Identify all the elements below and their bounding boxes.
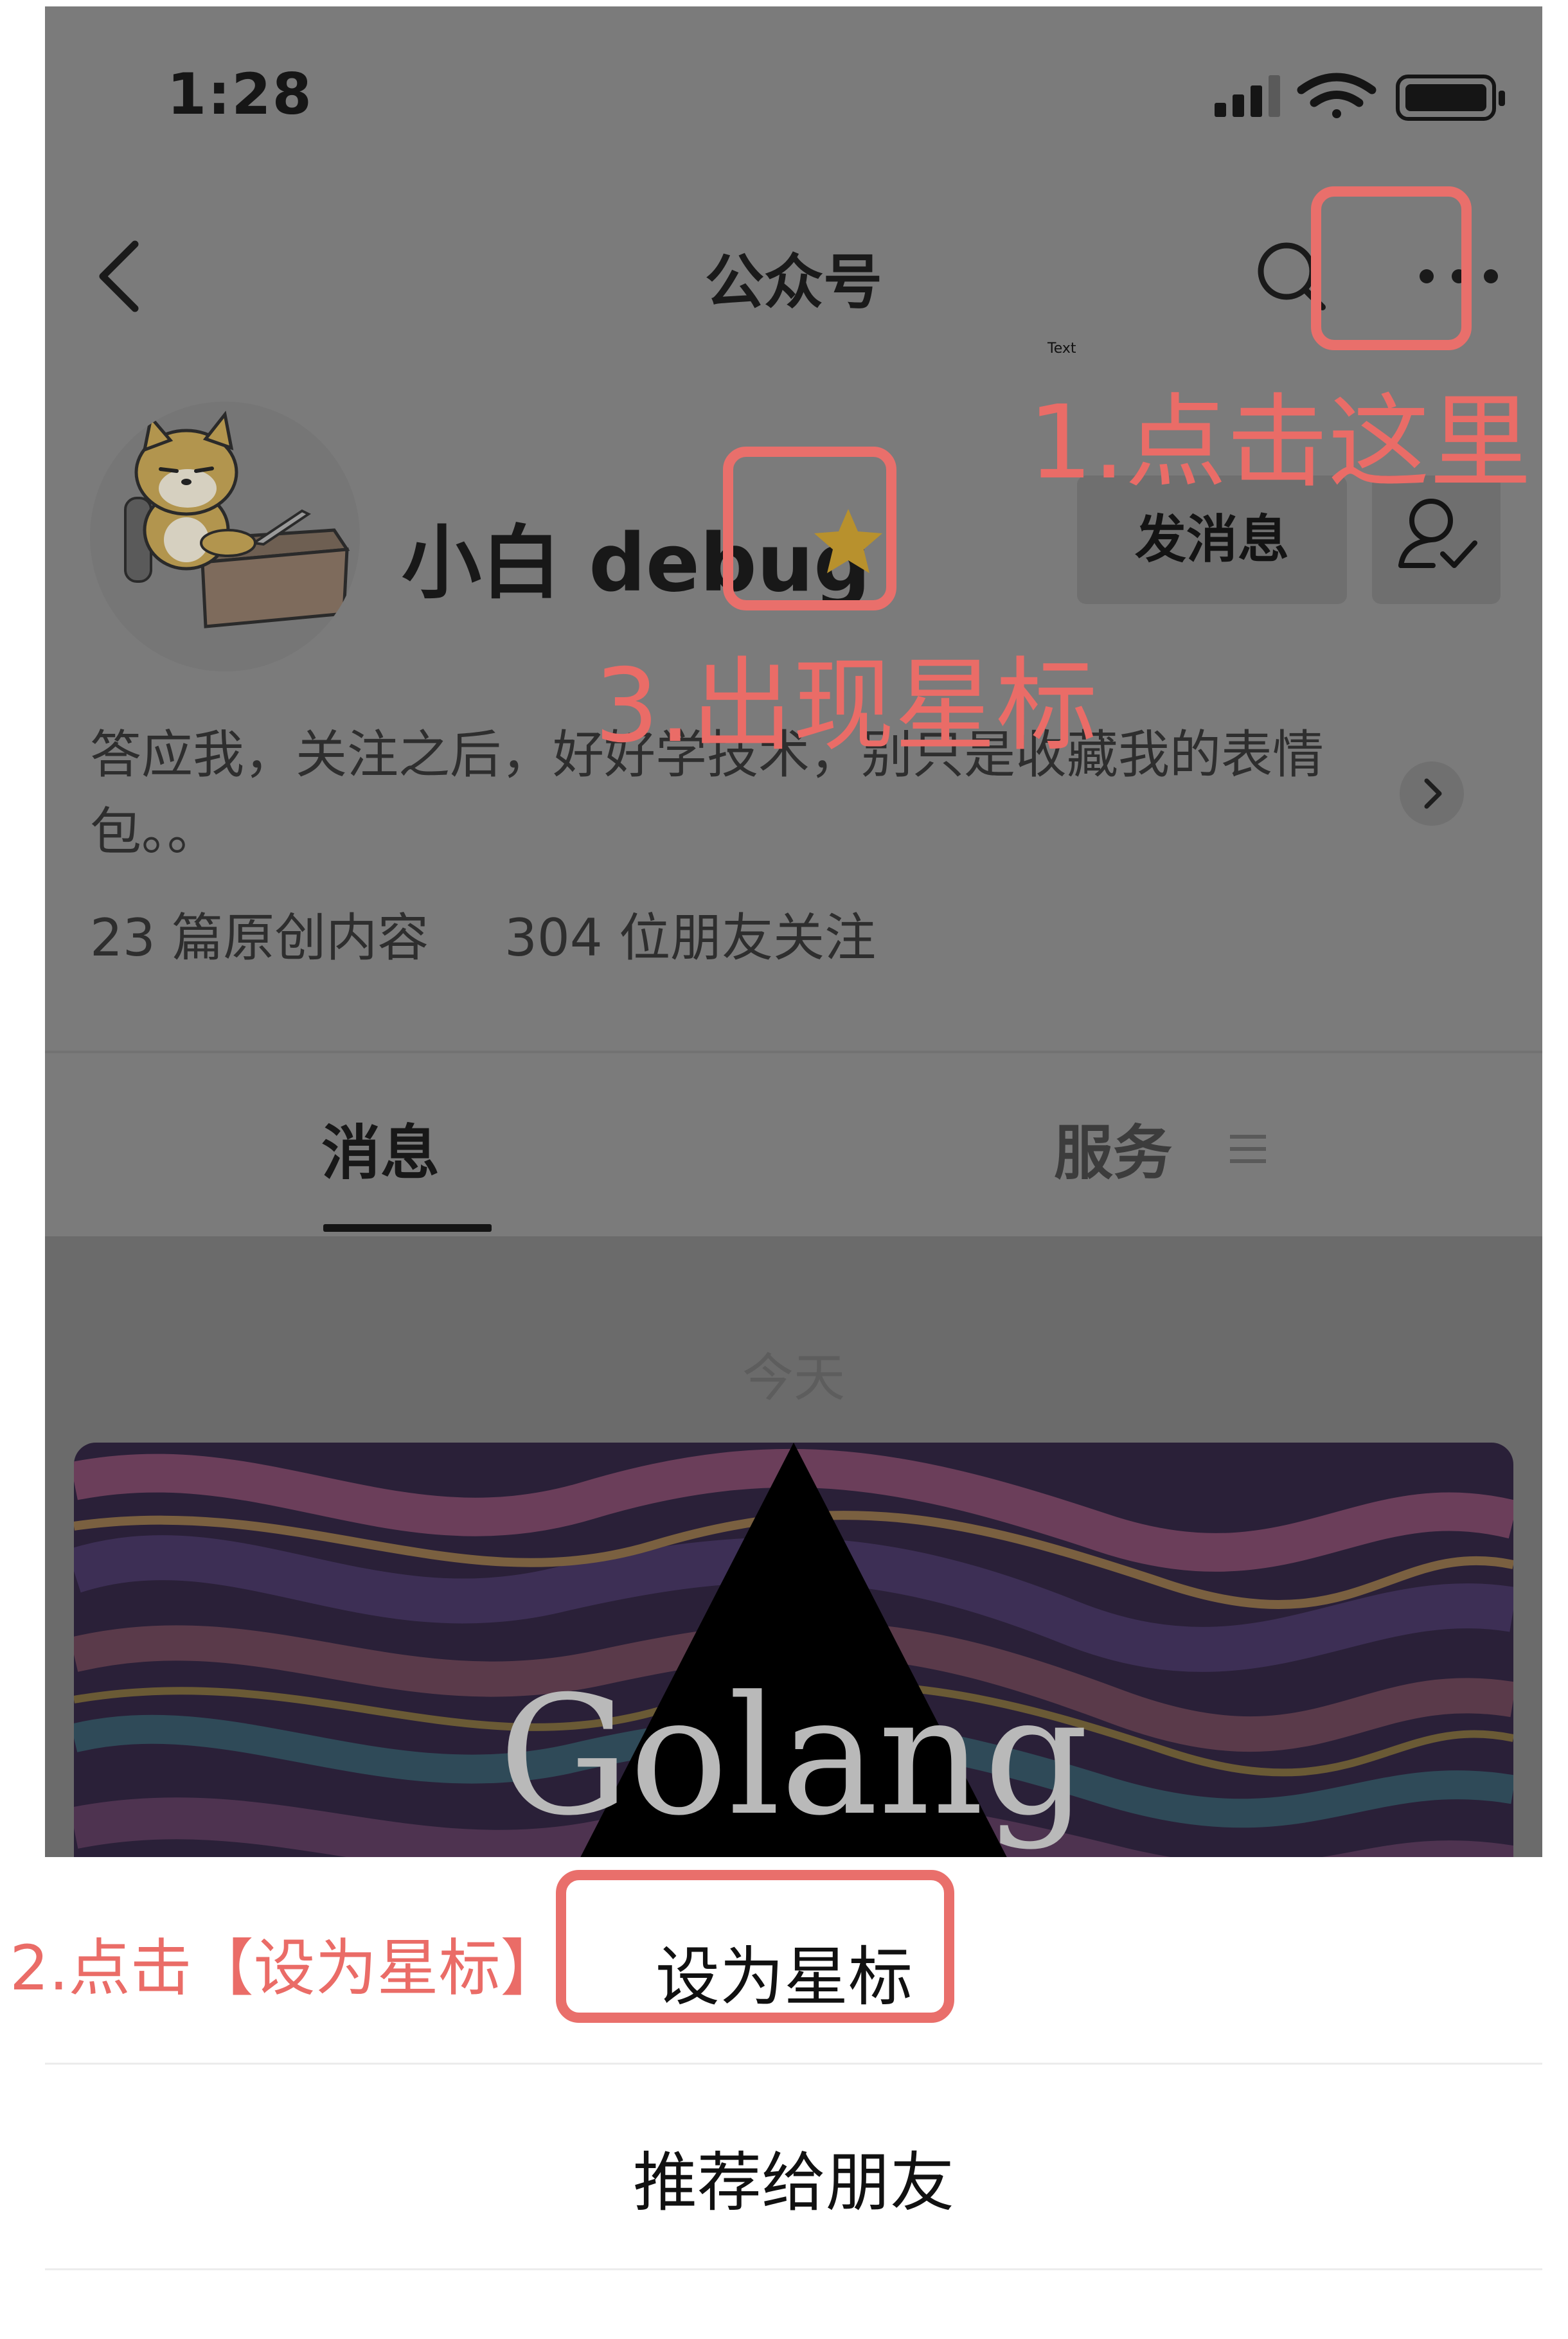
tab-messages[interactable]: 消息 <box>321 1105 440 1191</box>
tab-bar <box>45 1053 1542 1236</box>
avatar[interactable] <box>90 402 360 671</box>
annotation-step-3: 3.出现星标 <box>594 647 1098 765</box>
annotation-step-2: 2.点击【设为星标】 <box>10 1932 562 2004</box>
signal-icon <box>1215 75 1280 117</box>
status-time: 1:28 <box>167 61 313 127</box>
battery-icon <box>1396 75 1505 121</box>
wifi-icon <box>1297 73 1376 118</box>
original-articles-count: 23 篇原创内容 <box>90 908 429 968</box>
highlight-star <box>723 447 896 610</box>
annotation-placeholder: Text <box>1047 341 1076 357</box>
sheet-divider <box>45 2268 1542 2270</box>
annotation-step-1: 1.点击这里 <box>1028 384 1531 502</box>
sheet-divider <box>45 2063 1542 2065</box>
date-label: 今天 <box>742 1348 845 1408</box>
chevron-right-icon[interactable] <box>1400 761 1464 826</box>
status-icons <box>1215 67 1536 125</box>
tab-services[interactable]: 服务 <box>1054 1105 1172 1191</box>
article-cover-title: Golang <box>498 1661 1089 1852</box>
active-tab-indicator <box>323 1224 492 1232</box>
recommend-to-friend-option[interactable]: 推荐给朋友 <box>45 2130 1542 2223</box>
followers-count: 304 位朋友关注 <box>504 908 877 968</box>
highlight-more-button <box>1311 186 1472 350</box>
menu-icon <box>1227 1130 1269 1168</box>
highlight-set-star-option <box>556 1870 954 2023</box>
